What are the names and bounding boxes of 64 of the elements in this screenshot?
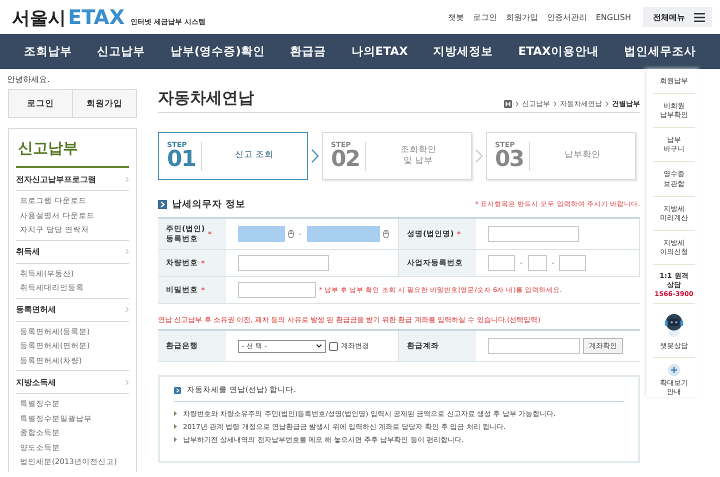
menu-group[interactable]: 등록면허세 (16, 298, 129, 322)
nav-item[interactable]: 법인세무조사 (624, 44, 696, 59)
step-label: 납부확인 (563, 150, 602, 162)
nav-item[interactable]: 신고납부 (97, 44, 146, 59)
input-field[interactable] (488, 338, 580, 354)
chevron-icon (553, 101, 557, 107)
step-number: 02 (331, 148, 360, 170)
step-label: 조회확인 및 납부 (399, 144, 438, 168)
input-field[interactable] (488, 255, 515, 271)
input-field[interactable] (238, 282, 316, 298)
input-field[interactable] (238, 226, 285, 242)
step-number: 01 (167, 148, 196, 170)
nav-item[interactable]: 납부(영수증)확인 (170, 44, 265, 59)
caret-icon (316, 344, 322, 348)
menu-group[interactable]: 지방소득세 (16, 371, 129, 394)
nav-item[interactable]: 지방세정보 (433, 44, 494, 59)
side-menu-title: 신고납부 (16, 129, 129, 168)
input-field[interactable] (528, 255, 547, 271)
bullet-icon (174, 386, 181, 394)
util-link[interactable]: ENGLISH (596, 12, 631, 22)
menu-group[interactable]: 전자신고납부프로그램 (16, 168, 129, 191)
nav-item[interactable]: 나의ETAX (351, 44, 408, 59)
nav-item[interactable]: ETAX이용안내 (518, 44, 599, 59)
required-mark: * (456, 230, 461, 238)
required-mark: * (208, 230, 212, 238)
input-field[interactable] (488, 226, 579, 242)
plus-icon (668, 364, 680, 376)
mouse-icon (288, 229, 294, 239)
checkbox[interactable] (329, 342, 338, 350)
page-title: 자동차세연납 (158, 88, 254, 109)
robot-icon (663, 312, 685, 338)
nav-item[interactable]: 조회납부 (24, 44, 72, 59)
chevron-icon (475, 148, 483, 164)
all-menu-button[interactable]: 전체메뉴 (643, 7, 712, 27)
chevron-icon (125, 378, 129, 386)
required-mark: * (201, 286, 205, 294)
nav-item[interactable]: 환급금 (290, 44, 326, 59)
chevron-icon (125, 306, 129, 313)
section-bullet-icon (158, 200, 167, 208)
chevron-icon (605, 101, 609, 107)
chevron-icon (125, 176, 129, 182)
required-mark: * (201, 258, 205, 268)
util-link[interactable]: 챗봇 (448, 12, 464, 22)
chevron-icon (311, 148, 319, 164)
input-field[interactable] (306, 226, 380, 242)
menu-icon (694, 12, 705, 22)
step-label: 신고 조회 (234, 150, 275, 162)
mouse-icon (382, 229, 389, 239)
bullet-icon (174, 437, 177, 442)
step-number: 03 (495, 148, 524, 170)
section-title: 납세의무자 정보 (172, 198, 246, 210)
chevron-icon (515, 101, 519, 107)
menu-group[interactable]: 취득세 (16, 240, 129, 264)
logo-city-text[interactable]: 서울시 (12, 6, 66, 30)
input-field[interactable] (238, 255, 329, 271)
home-icon (504, 100, 512, 108)
input-field[interactable] (559, 255, 586, 271)
bullet-icon (174, 424, 177, 429)
util-link[interactable]: 인증서관리 (546, 12, 587, 22)
util-link[interactable]: 로그인 (472, 12, 497, 22)
util-link[interactable]: 회원가입 (506, 12, 538, 22)
greeting-text: 안녕하세요. (7, 74, 51, 85)
chevron-icon (125, 248, 129, 255)
bullet-icon (174, 411, 177, 416)
